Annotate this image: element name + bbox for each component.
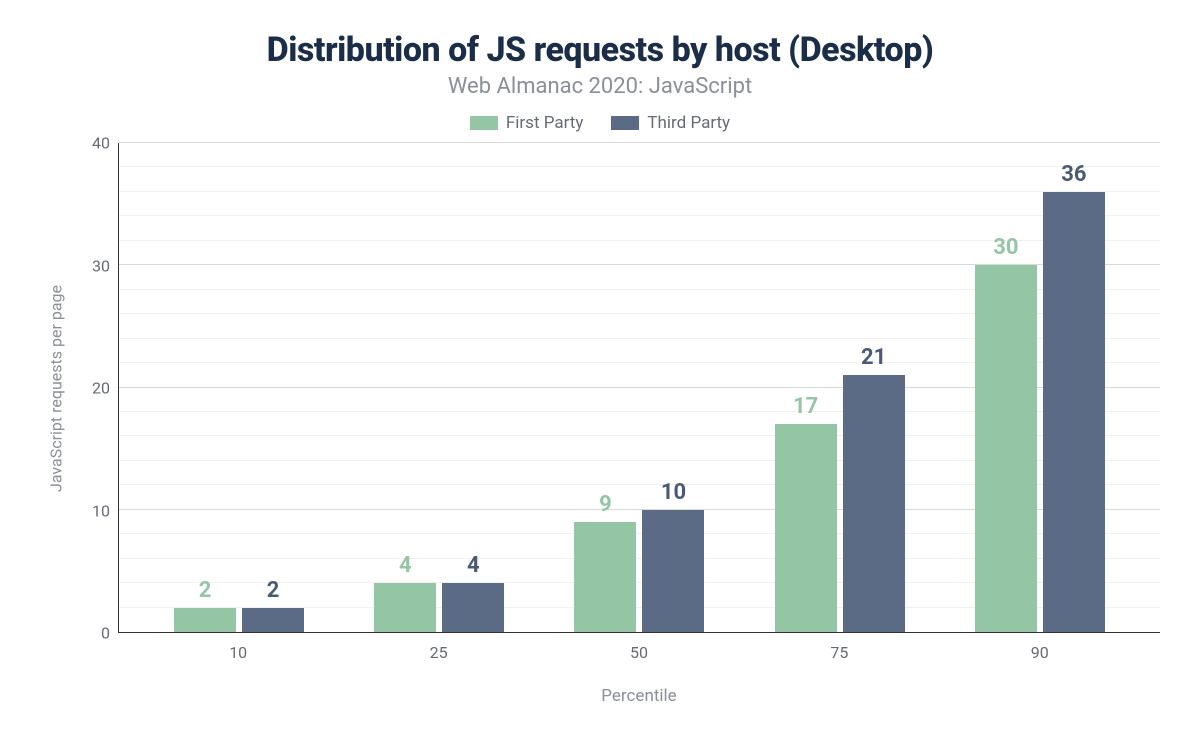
chart-subtitle: Web Almanac 2020: JavaScript [40,74,1160,99]
x-tick: 10 [173,643,303,662]
y-ticks: 010203040 [68,143,118,633]
legend-label: First Party [506,113,584,133]
x-tick: 50 [574,643,704,662]
legend-label: Third Party [647,113,730,133]
bar-group: 44 [374,143,504,632]
y-tick: 40 [92,134,110,153]
bar-value-label: 36 [1061,162,1086,187]
bar: 2 [242,608,304,632]
bar-value-label: 21 [861,345,886,370]
bar: 10 [642,510,704,632]
x-tick: 90 [975,643,1105,662]
chart-title: Distribution of JS requests by host (Des… [40,30,1160,70]
x-axis-label: Percentile [118,686,1160,706]
legend: First Party Third Party [40,113,1160,133]
chart-container: Distribution of JS requests by host (Des… [0,0,1200,742]
x-ticks: 10 25 50 75 90 [118,633,1160,662]
bar: 9 [574,522,636,632]
legend-swatch [470,116,498,130]
bar: 2 [174,608,236,632]
bar-value-label: 17 [793,394,818,419]
bar: 17 [775,424,837,632]
bar: 21 [843,375,905,632]
plot-area: 010203040 224491017213036 [68,143,1160,633]
bar-group: 22 [174,143,304,632]
x-tick: 75 [774,643,904,662]
y-tick: 10 [92,501,110,520]
y-tick: 20 [92,379,110,398]
y-axis-label: JavaScript requests per page [40,143,68,633]
bar-value-label: 30 [993,235,1018,260]
legend-item: Third Party [611,113,730,133]
bar: 36 [1043,192,1105,632]
bar: 4 [442,583,504,632]
bar-value-label: 9 [599,492,612,517]
bar-value-label: 2 [267,578,280,603]
x-tick: 25 [374,643,504,662]
plot-wrap: JavaScript requests per page 010203040 2… [40,143,1160,633]
bar-value-label: 4 [467,553,480,578]
legend-item: First Party [470,113,584,133]
y-tick: 30 [92,256,110,275]
legend-swatch [611,116,639,130]
bar-group: 1721 [775,143,905,632]
bar: 30 [975,265,1037,632]
y-tick: 0 [101,624,110,643]
bar-group: 910 [574,143,704,632]
bar: 4 [374,583,436,632]
bar-value-label: 2 [199,578,212,603]
bar-value-label: 4 [399,553,412,578]
bars-region: 224491017213036 [118,143,1160,633]
bar-value-label: 10 [661,480,686,505]
bar-group: 3036 [975,143,1105,632]
